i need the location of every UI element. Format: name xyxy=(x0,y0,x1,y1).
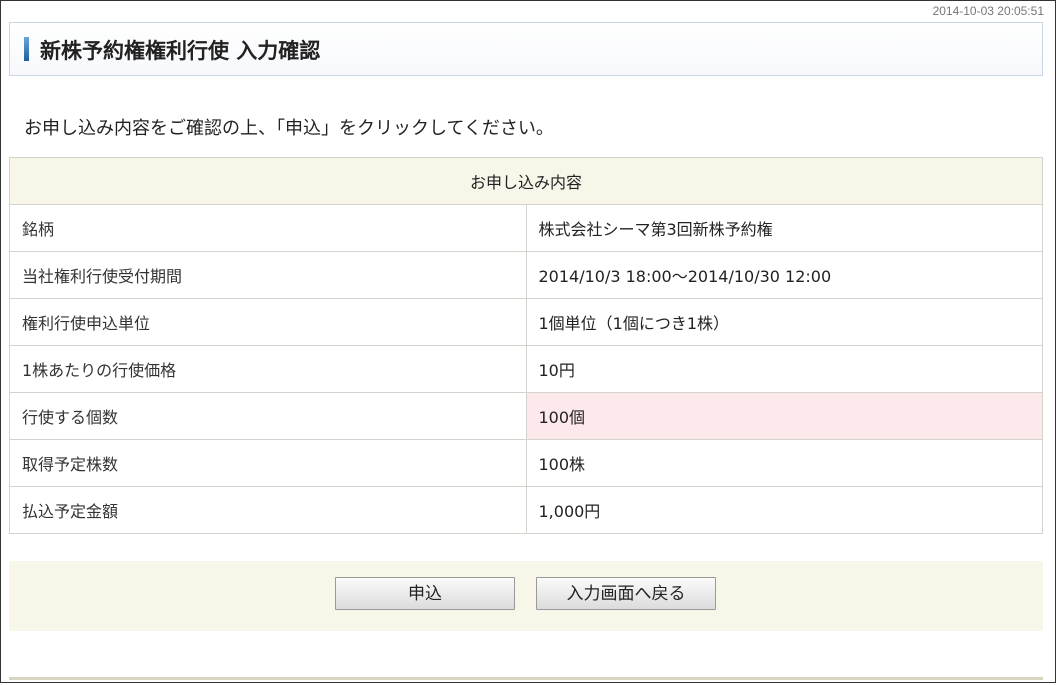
row-value-stock: 株式会社シーマ第3回新株予約権 xyxy=(525,204,1043,252)
row-label-shares: 取得予定株数 xyxy=(9,439,527,487)
row-label-quantity: 行使する個数 xyxy=(9,392,527,440)
row-value-shares: 100株 xyxy=(525,439,1043,487)
table-header: お申し込み内容 xyxy=(9,157,1043,205)
timestamp: 2014-10-03 20:05:51 xyxy=(932,4,1044,18)
bottom-divider xyxy=(9,677,1043,680)
row-value-quantity: 100個 xyxy=(525,392,1043,440)
table-row: 権利行使申込単位 1個単位（1個につき1株） xyxy=(9,298,1043,346)
confirmation-table: お申し込み内容 銘柄 株式会社シーマ第3回新株予約権 当社権利行使受付期間 20… xyxy=(9,157,1043,534)
row-label-amount: 払込予定金額 xyxy=(9,486,527,534)
button-area: 申込 入力画面へ戻る xyxy=(9,561,1043,631)
row-label-price: 1株あたりの行使価格 xyxy=(9,345,527,393)
back-to-input-button[interactable]: 入力画面へ戻る xyxy=(536,577,716,610)
apply-button[interactable]: 申込 xyxy=(335,577,515,610)
row-value-price: 10円 xyxy=(525,345,1043,393)
table-header-row: お申し込み内容 xyxy=(9,157,1043,205)
title-accent-bar xyxy=(24,37,29,61)
row-label-stock: 銘柄 xyxy=(9,204,527,252)
row-label-period: 当社権利行使受付期間 xyxy=(9,251,527,299)
table-row: 銘柄 株式会社シーマ第3回新株予約権 xyxy=(9,204,1043,252)
table-row: 当社権利行使受付期間 2014/10/3 18:00〜2014/10/30 12… xyxy=(9,251,1043,299)
table-row: 取得予定株数 100株 xyxy=(9,439,1043,487)
table-row: 払込予定金額 1,000円 xyxy=(9,486,1043,534)
row-label-unit: 権利行使申込単位 xyxy=(9,298,527,346)
page-title-box: 新株予約権権利行使 入力確認 xyxy=(9,22,1043,76)
table-row: 1株あたりの行使価格 10円 xyxy=(9,345,1043,393)
row-value-unit: 1個単位（1個につき1株） xyxy=(525,298,1043,346)
instruction-text: お申し込み内容をご確認の上、「申込」をクリックしてください。 xyxy=(24,118,554,139)
row-value-amount: 1,000円 xyxy=(525,486,1043,534)
table-row: 行使する個数 100個 xyxy=(9,392,1043,440)
row-value-period: 2014/10/3 18:00〜2014/10/30 12:00 xyxy=(525,251,1043,299)
page-title: 新株予約権権利行使 入力確認 xyxy=(40,39,321,63)
